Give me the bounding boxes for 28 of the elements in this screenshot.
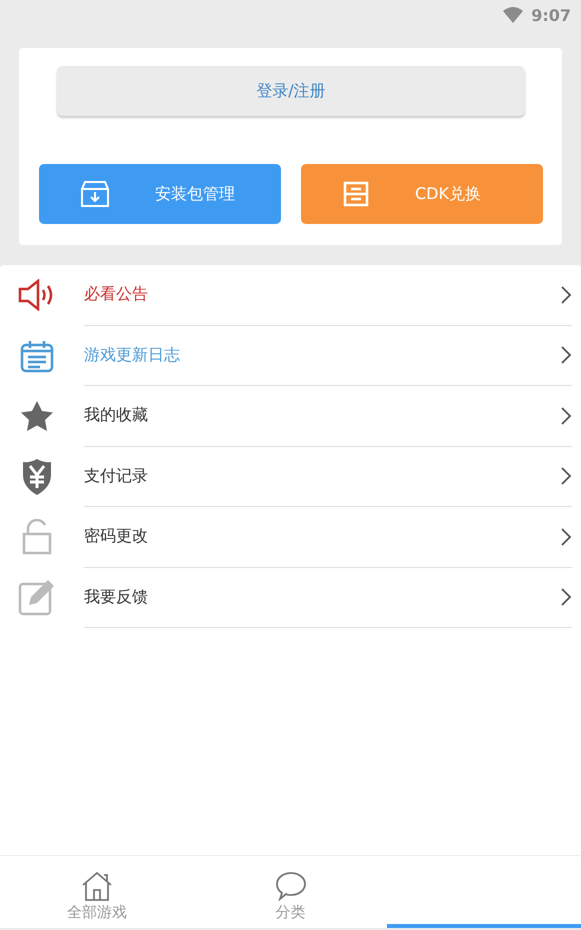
- calendar-icon: [20, 338, 54, 373]
- home-icon: [80, 871, 113, 901]
- chevron-right-icon: [560, 466, 572, 486]
- speech-bubble-icon: [274, 871, 306, 901]
- menu-item[interactable]: 必看公告: [84, 284, 560, 306]
- menu-item[interactable]: 密码更改: [84, 526, 560, 548]
- wifi-icon: [503, 7, 524, 23]
- menu-item[interactable]: 支付记录: [84, 466, 560, 487]
- chevron-right-icon: [560, 345, 572, 366]
- drawer-icon: [343, 181, 369, 207]
- chevron-right-icon: [560, 526, 572, 547]
- menu-item[interactable]: 我的收藏: [84, 405, 560, 426]
- login-register-button[interactable]: 登录/注册: [57, 66, 525, 116]
- menu-item[interactable]: 我要反馈: [84, 586, 560, 608]
- chevron-right-icon: [560, 587, 572, 608]
- chevron-right-icon: [560, 406, 572, 426]
- action-button[interactable]: 安装包管理: [39, 164, 281, 224]
- menu-item[interactable]: 游戏更新日志: [84, 344, 560, 366]
- yen-shield-icon: [21, 458, 53, 495]
- nav-tab[interactable]: 分类: [276, 903, 306, 922]
- edit-note-icon: [18, 580, 56, 616]
- unlocked-padlock-icon: [22, 519, 52, 556]
- star-icon: [20, 400, 54, 432]
- download-box-icon: [81, 181, 109, 207]
- action-button[interactable]: CDK兑换: [301, 164, 543, 224]
- clock-time: 9:07: [531, 6, 571, 24]
- chevron-right-icon: [560, 284, 572, 305]
- nav-tab[interactable]: 全部游戏: [66, 903, 127, 922]
